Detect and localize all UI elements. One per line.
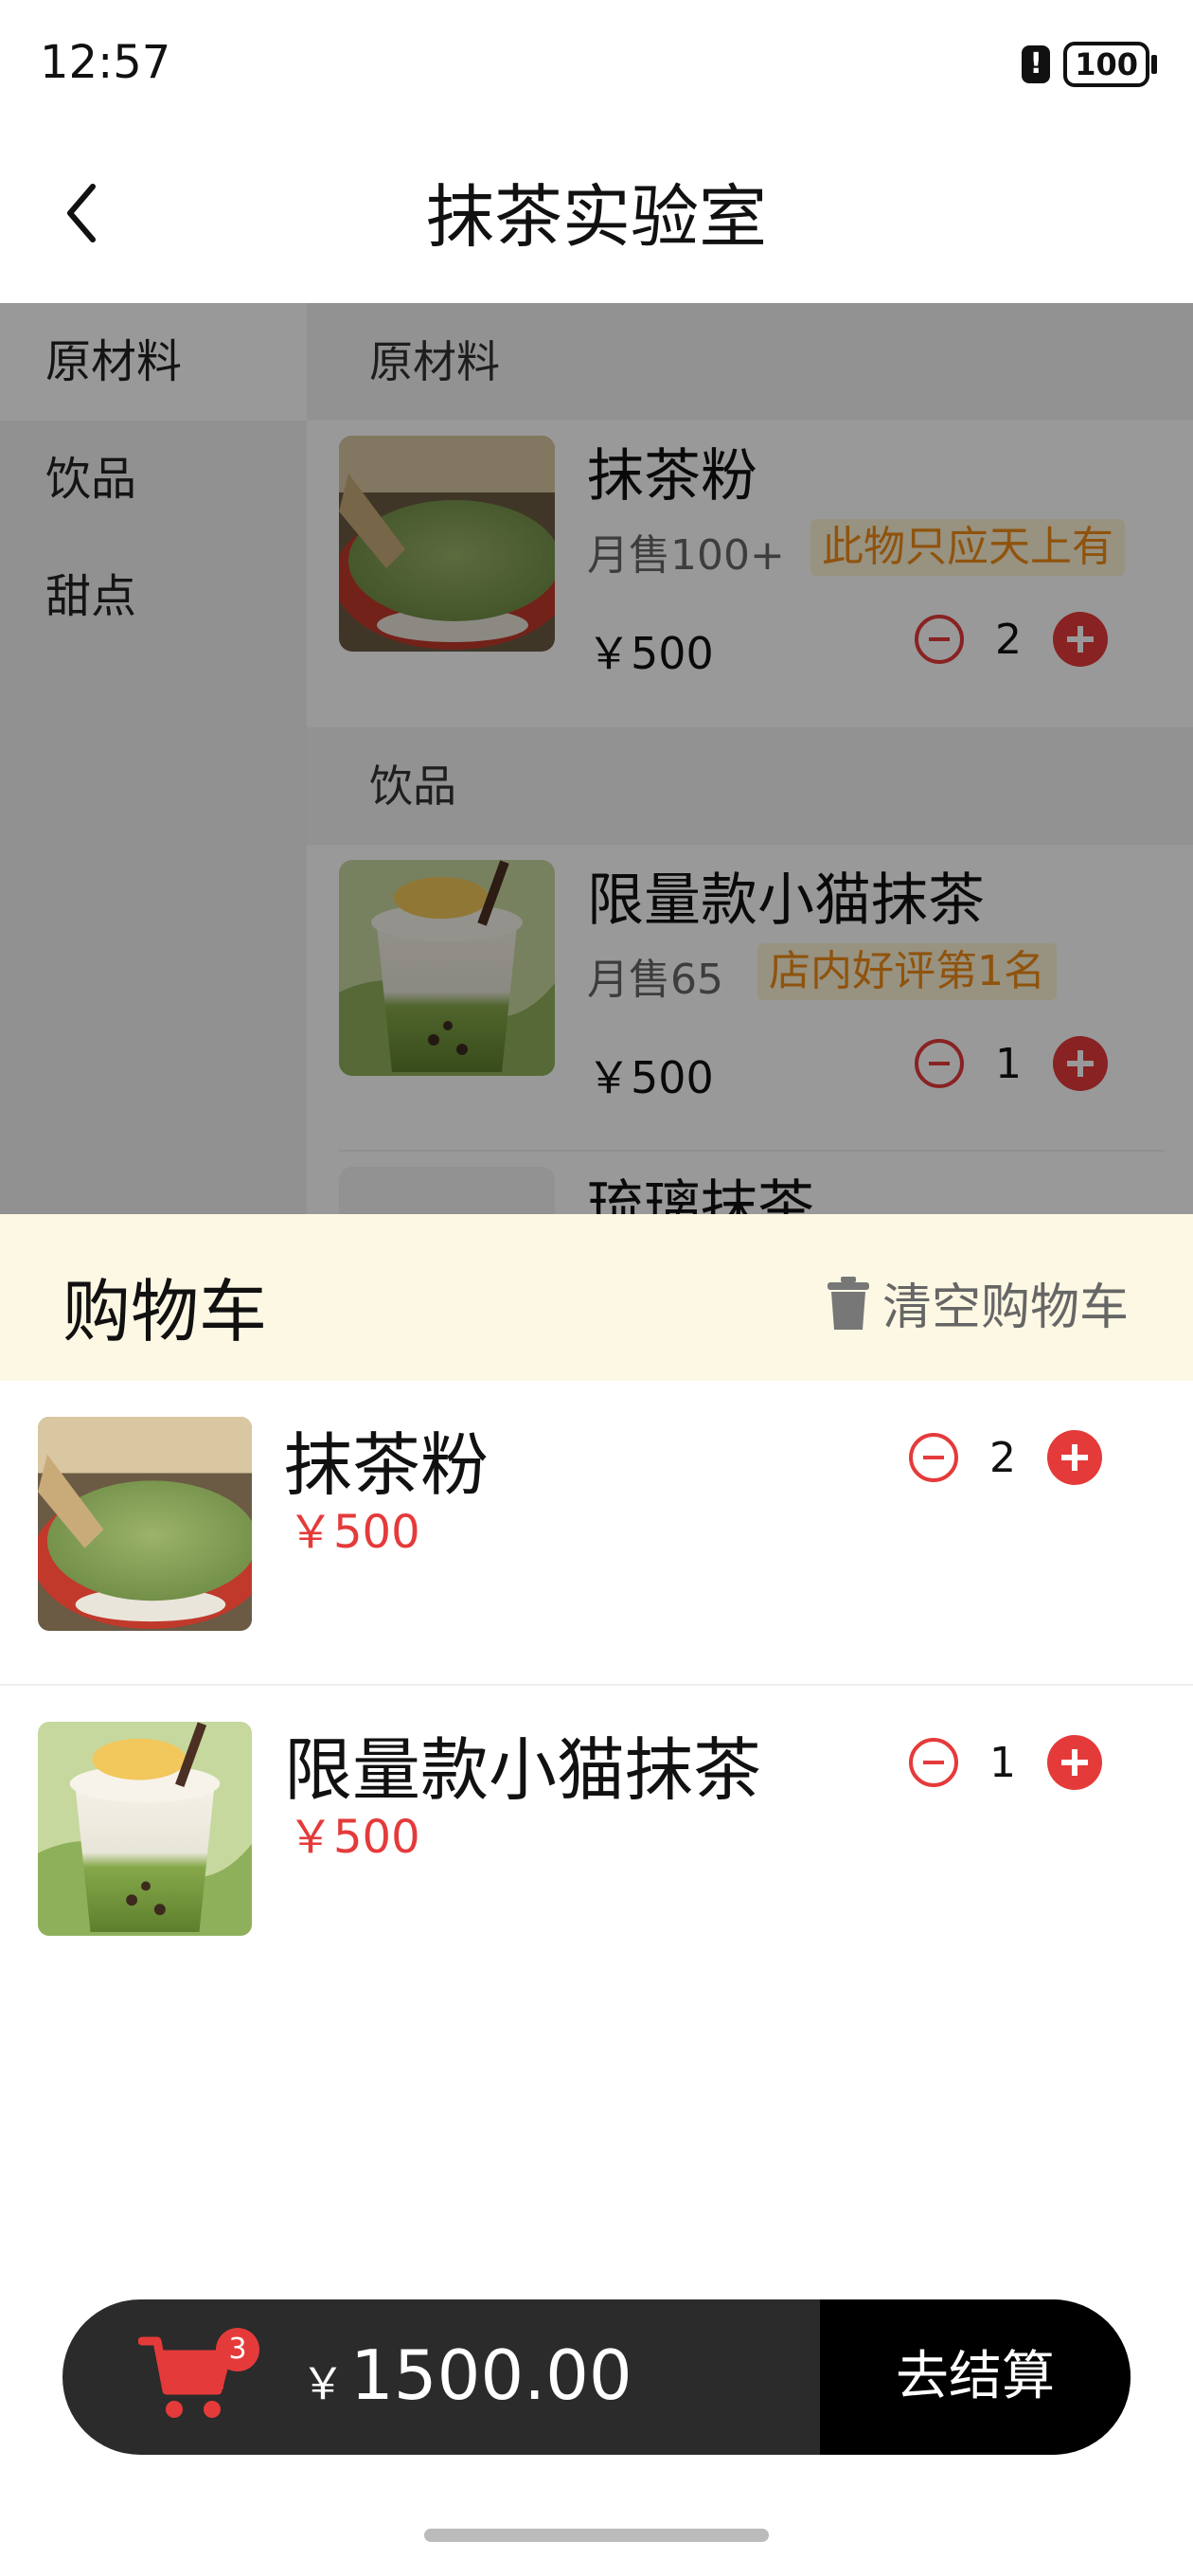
home-indicator[interactable] xyxy=(424,2529,769,2542)
minus-circle-icon[interactable] xyxy=(909,1433,958,1482)
quantity-stepper: 2 xyxy=(909,1430,1102,1485)
minus-circle-icon[interactable] xyxy=(909,1738,958,1787)
cart-item-price: ￥500 xyxy=(288,1506,420,1559)
cart-count-badge: 3 xyxy=(216,2328,259,2371)
clear-cart-button[interactable]: 清空购物车 xyxy=(827,1267,1129,1338)
clear-cart-label: 清空购物车 xyxy=(881,1279,1129,1336)
cart-item-image xyxy=(38,1417,252,1631)
total-amount: 1500.00 xyxy=(350,2335,632,2415)
battery-level: 100 xyxy=(1075,46,1138,82)
cart-item-image xyxy=(38,1722,252,1936)
page-title: 抹茶实验室 xyxy=(425,177,767,257)
cart-total: ￥1500.00 xyxy=(301,2335,632,2415)
cart-title: 购物车 xyxy=(62,1272,268,1351)
dim-overlay[interactable] xyxy=(0,303,1193,1214)
cart-item: 限量款小猫抹茶 ￥500 1 xyxy=(0,1686,1193,1991)
cart-item: 抹茶粉 ￥500 2 xyxy=(0,1381,1193,1686)
plus-circle-icon[interactable] xyxy=(1047,1735,1102,1790)
quantity-value: 2 xyxy=(989,1433,1016,1482)
status-icons: ! 100 xyxy=(1022,42,1157,87)
alert-icon: ! xyxy=(1022,45,1051,83)
battery-icon: 100 xyxy=(1063,42,1157,87)
status-time: 12:57 xyxy=(40,36,171,89)
currency-symbol: ￥ xyxy=(301,2358,345,2409)
checkout-button[interactable]: 去结算 xyxy=(820,2299,1131,2455)
trash-icon xyxy=(827,1276,869,1330)
plus-circle-icon[interactable] xyxy=(1047,1430,1102,1485)
cart-item-price: ￥500 xyxy=(288,1811,420,1864)
quantity-value: 1 xyxy=(989,1738,1016,1787)
quantity-stepper: 1 xyxy=(909,1735,1102,1790)
checkout-bar: 3 ￥1500.00 去结算 xyxy=(62,2299,1131,2455)
cart-header: 购物车 清空购物车 xyxy=(0,1214,1193,1381)
